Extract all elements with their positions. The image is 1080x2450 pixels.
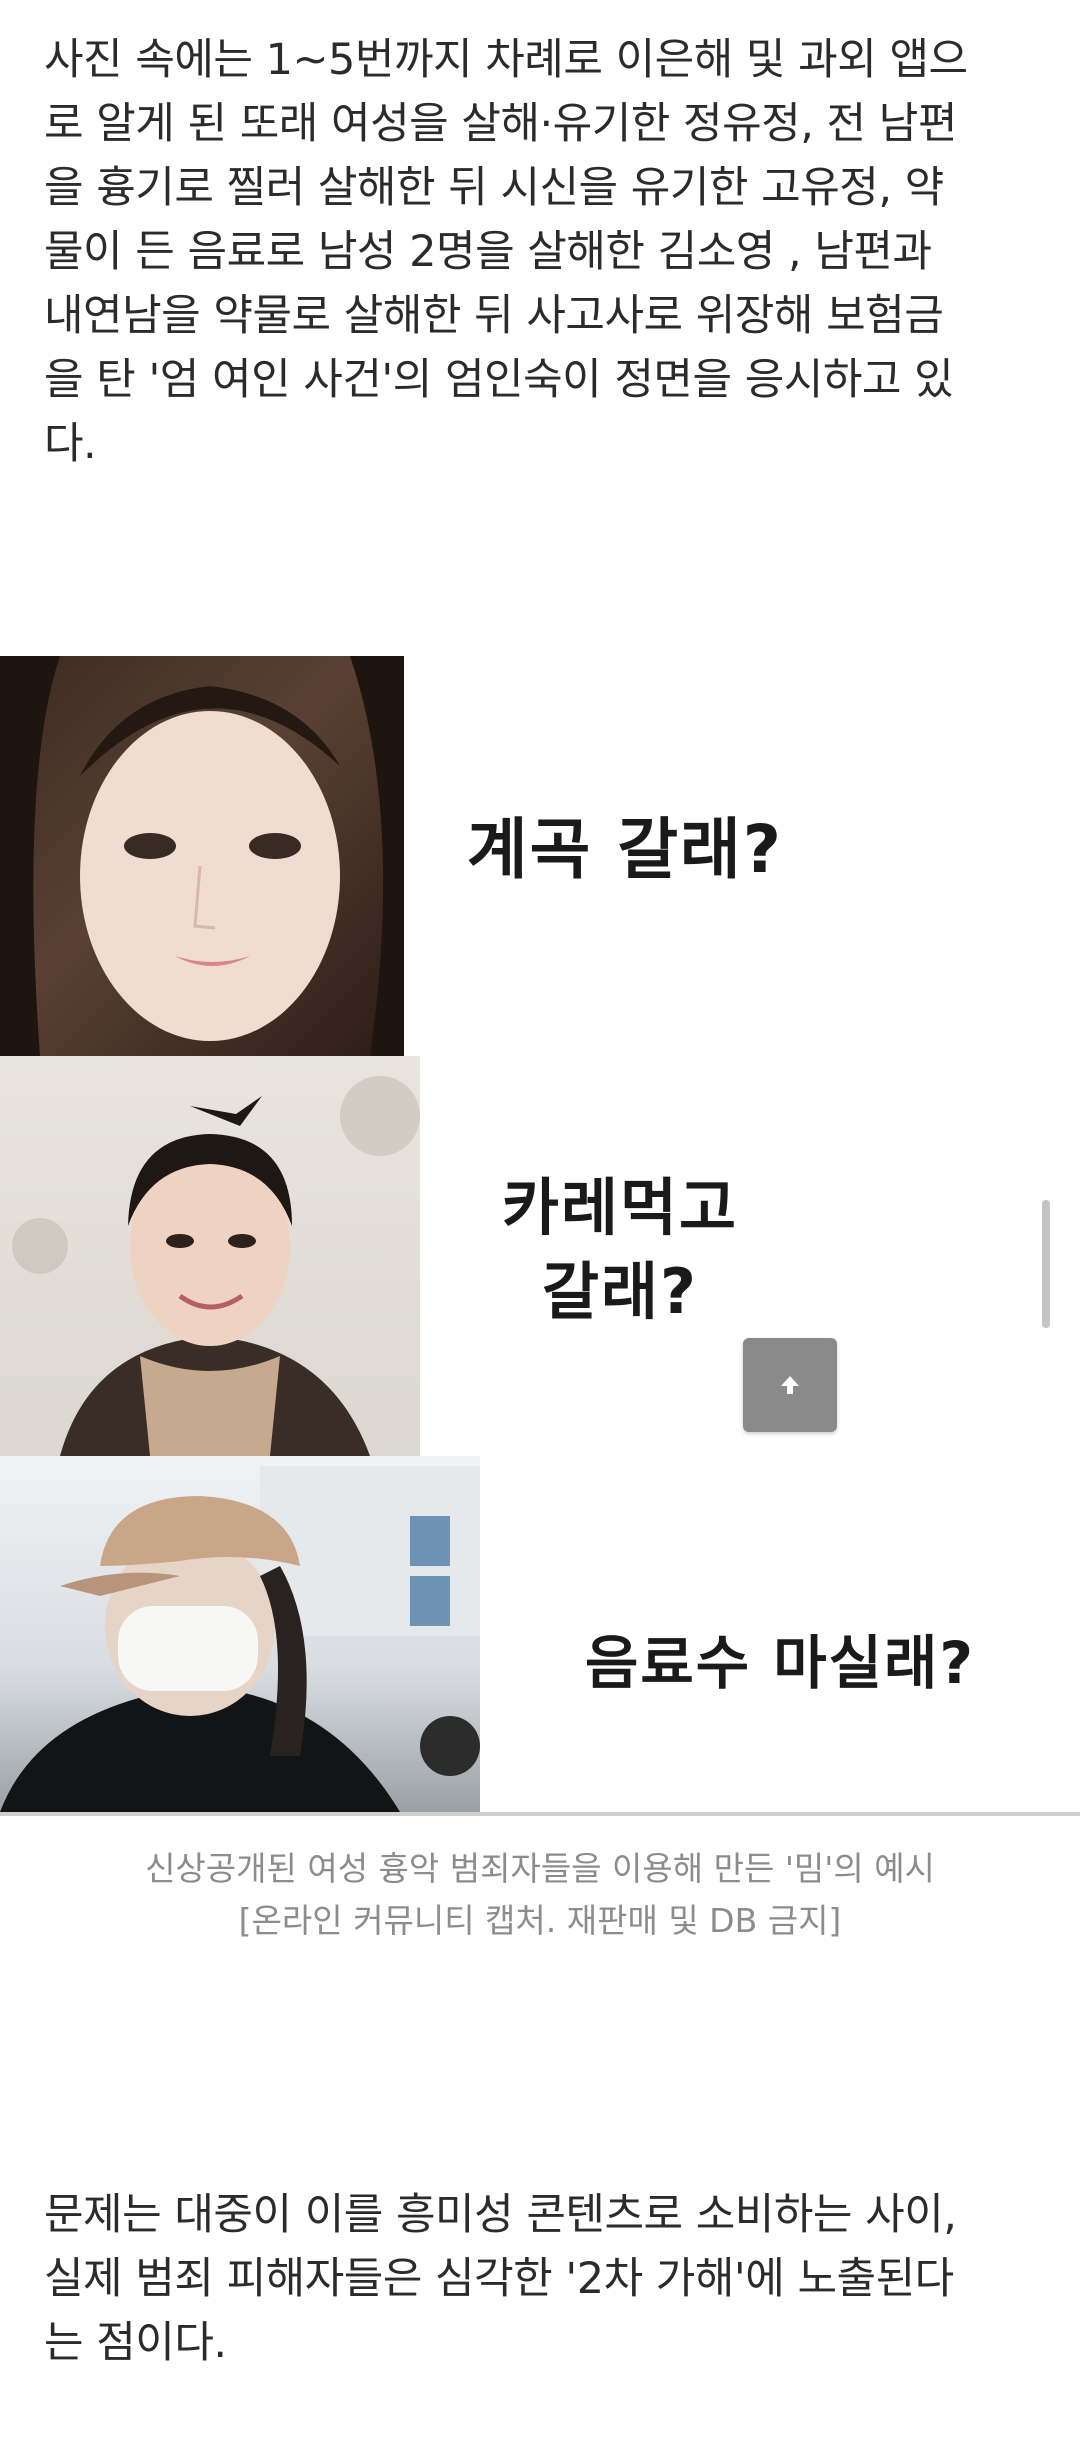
meme-caption-3: 음료수 마실래? — [585, 1629, 975, 1697]
meme-caption-2: 카레먹고 갈래? — [501, 1171, 739, 1328]
portrait-photo-2 — [0, 1056, 420, 1456]
portrait-illustration-1 — [0, 656, 404, 1056]
meme-panel-1: 계곡 갈래? — [0, 656, 1080, 1056]
portrait-illustration-3 — [0, 1466, 480, 1812]
arrow-up-icon — [781, 1376, 799, 1394]
meme-image: 계곡 갈래? 카레먹고 갈래? 음료수 마실래? — [0, 656, 1080, 1816]
article-paragraph-body: 문제는 대중이 이를 흥미성 콘텐츠로 소비하는 사이, 실제 범죄 피해자들은… — [44, 2190, 957, 2368]
scrollbar-thumb[interactable] — [1042, 1200, 1050, 1328]
portrait-photo-3 — [0, 1456, 480, 1812]
figure-caption: 신상공개된 여성 흉악 범죄자들을 이용해 만든 '밈'의 예시 [온라인 커뮤… — [145, 1849, 935, 1940]
portrait-illustration-2 — [12, 1076, 420, 1456]
meme-panel-2: 카레먹고 갈래? — [0, 1056, 1080, 1456]
article-paragraph-intro: 사진 속에는 1~5번까지 차례로 이은해 및 과외 앱으 로 알게 된 또래 … — [44, 35, 968, 469]
portrait-photo-1 — [0, 656, 404, 1056]
meme-panel-3: 음료수 마실래? — [0, 1456, 1080, 1812]
scroll-to-top-button[interactable] — [743, 1338, 837, 1432]
meme-caption-1: 계곡 갈래? — [466, 811, 784, 888]
